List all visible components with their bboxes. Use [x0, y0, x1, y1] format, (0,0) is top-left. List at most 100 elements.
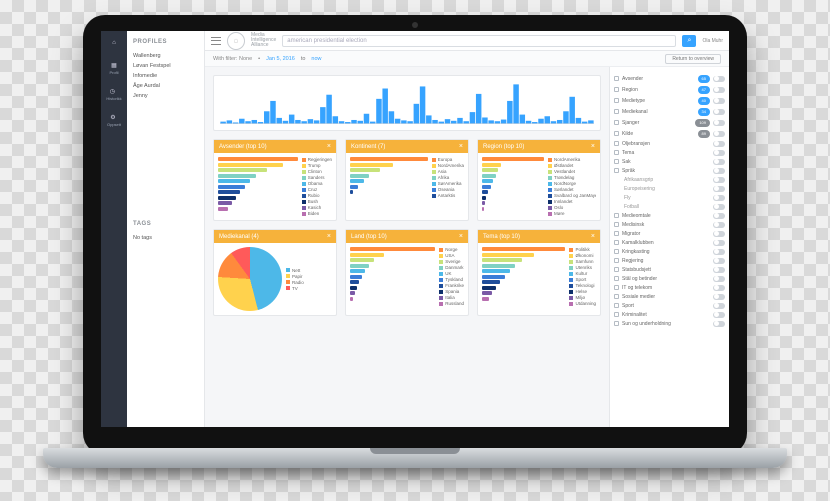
toggle-switch[interactable] [713, 186, 725, 192]
filter-row[interactable]: Mediekanal 34 [614, 106, 725, 117]
filter-subrow[interactable]: Fly [614, 193, 725, 202]
toggle-switch[interactable] [713, 168, 725, 174]
toggle-switch[interactable] [713, 98, 725, 104]
filter-subrow[interactable]: Europeisering [614, 184, 725, 193]
checkbox-icon[interactable] [614, 98, 619, 103]
toggle-switch[interactable] [713, 303, 725, 309]
toggle-switch[interactable] [713, 177, 725, 183]
toggle-switch[interactable] [713, 159, 725, 165]
toggle-switch[interactable] [713, 120, 725, 126]
toggle-switch[interactable] [713, 150, 725, 156]
profile-item[interactable]: Wallenberg [133, 51, 198, 61]
checkbox-icon[interactable] [614, 87, 619, 92]
checkbox-icon[interactable] [614, 120, 619, 125]
toggle-switch[interactable] [713, 109, 725, 115]
filter-subrow[interactable]: Afrikaansgrip [614, 175, 725, 184]
checkbox-icon[interactable] [614, 168, 619, 173]
checkbox-icon[interactable] [614, 222, 619, 227]
filter-row[interactable]: Avsender 65 [614, 73, 725, 84]
checkbox-icon[interactable] [614, 258, 619, 263]
pie-legend: NettPapirRadioTV [286, 268, 304, 291]
profile-item[interactable]: Infomedie [133, 71, 198, 81]
checkbox-icon[interactable] [614, 249, 619, 254]
search-button[interactable]: ⌕ [682, 35, 696, 47]
crumb-date2[interactable]: now [311, 56, 321, 62]
checkbox-icon[interactable] [614, 76, 619, 81]
toggle-switch[interactable] [713, 249, 725, 255]
checkbox-icon[interactable] [614, 312, 619, 317]
toggle-switch[interactable] [713, 267, 725, 273]
toggle-switch[interactable] [713, 321, 725, 327]
toggle-switch[interactable] [713, 141, 725, 147]
checkbox-icon[interactable] [614, 294, 619, 299]
filter-row[interactable]: Sak [614, 157, 725, 166]
checkbox-icon[interactable] [614, 150, 619, 155]
checkbox-icon[interactable] [614, 303, 619, 308]
toggle-switch[interactable] [713, 285, 725, 291]
filter-row[interactable]: Migrator [614, 229, 725, 238]
toggle-switch[interactable] [713, 294, 725, 300]
profile-item[interactable]: Åge Aurdal [133, 81, 198, 91]
filter-row[interactable]: Sun og underholdning [614, 319, 725, 328]
filter-row[interactable]: Sjanger 109 [614, 117, 725, 128]
filter-row[interactable]: Sosiale medier [614, 292, 725, 301]
checkbox-icon[interactable] [614, 240, 619, 245]
menu-icon[interactable] [211, 37, 221, 45]
toggle-switch[interactable] [713, 222, 725, 228]
filter-row[interactable]: Region 47 [614, 84, 725, 95]
toggle-switch[interactable] [713, 312, 725, 318]
filter-row[interactable]: Språk [614, 166, 725, 175]
hbar-chart [482, 157, 544, 216]
filter-row[interactable]: Regjering [614, 256, 725, 265]
checkbox-icon[interactable] [614, 109, 619, 114]
home-icon[interactable]: ⌂ [108, 37, 120, 49]
toggle-switch[interactable] [713, 131, 725, 137]
checkbox-icon[interactable] [614, 285, 619, 290]
toggle-switch[interactable] [713, 276, 725, 282]
close-icon[interactable]: × [591, 233, 595, 240]
filter-subrow[interactable]: Fotball [614, 202, 725, 211]
reset-button[interactable]: Return to overview [665, 54, 721, 64]
checkbox-icon[interactable] [614, 213, 619, 218]
filter-row[interactable]: Kamalklubben [614, 238, 725, 247]
filter-row[interactable]: Medisinsk [614, 220, 725, 229]
user-name[interactable]: Ola Muhr [702, 38, 723, 44]
close-icon[interactable]: × [459, 233, 463, 240]
filter-row[interactable]: Stål og betinder [614, 274, 725, 283]
filter-row[interactable]: Sport [614, 301, 725, 310]
checkbox-icon[interactable] [614, 141, 619, 146]
filter-label: Kamalklubben [622, 240, 710, 246]
close-icon[interactable]: × [327, 233, 331, 240]
toggle-switch[interactable] [713, 204, 725, 210]
filter-row[interactable]: Medietype 40 [614, 95, 725, 106]
checkbox-icon[interactable] [614, 131, 619, 136]
filter-row[interactable]: Oljebransjen [614, 139, 725, 148]
checkbox-icon[interactable] [614, 267, 619, 272]
search-input[interactable]: american presidential election [282, 35, 676, 47]
toggle-switch[interactable] [713, 195, 725, 201]
checkbox-icon[interactable] [614, 159, 619, 164]
checkbox-icon[interactable] [614, 321, 619, 326]
filter-row[interactable]: Kriminalitet [614, 310, 725, 319]
filter-row[interactable]: Statsbudsjett [614, 265, 725, 274]
toggle-switch[interactable] [713, 213, 725, 219]
checkbox-icon[interactable] [614, 276, 619, 281]
checkbox-icon[interactable] [614, 231, 619, 236]
toggle-switch[interactable] [713, 231, 725, 237]
filter-row[interactable]: Kringkasting [614, 247, 725, 256]
close-icon[interactable]: × [459, 143, 463, 150]
toggle-switch[interactable] [713, 240, 725, 246]
close-icon[interactable]: × [327, 143, 331, 150]
crumb-date[interactable]: Jan 5, 2016 [266, 56, 295, 62]
logo-icon: ◯ [227, 32, 245, 50]
toggle-switch[interactable] [713, 76, 725, 82]
filter-row[interactable]: IT og telekom [614, 283, 725, 292]
filter-row[interactable]: Medieomtale [614, 211, 725, 220]
filter-row[interactable]: Kilde 89 [614, 128, 725, 139]
close-icon[interactable]: × [591, 143, 595, 150]
filter-row[interactable]: Tema [614, 148, 725, 157]
toggle-switch[interactable] [713, 87, 725, 93]
profile-item[interactable]: Jenny [133, 91, 198, 101]
profile-item[interactable]: Løvan Festspel [133, 61, 198, 71]
toggle-switch[interactable] [713, 258, 725, 264]
